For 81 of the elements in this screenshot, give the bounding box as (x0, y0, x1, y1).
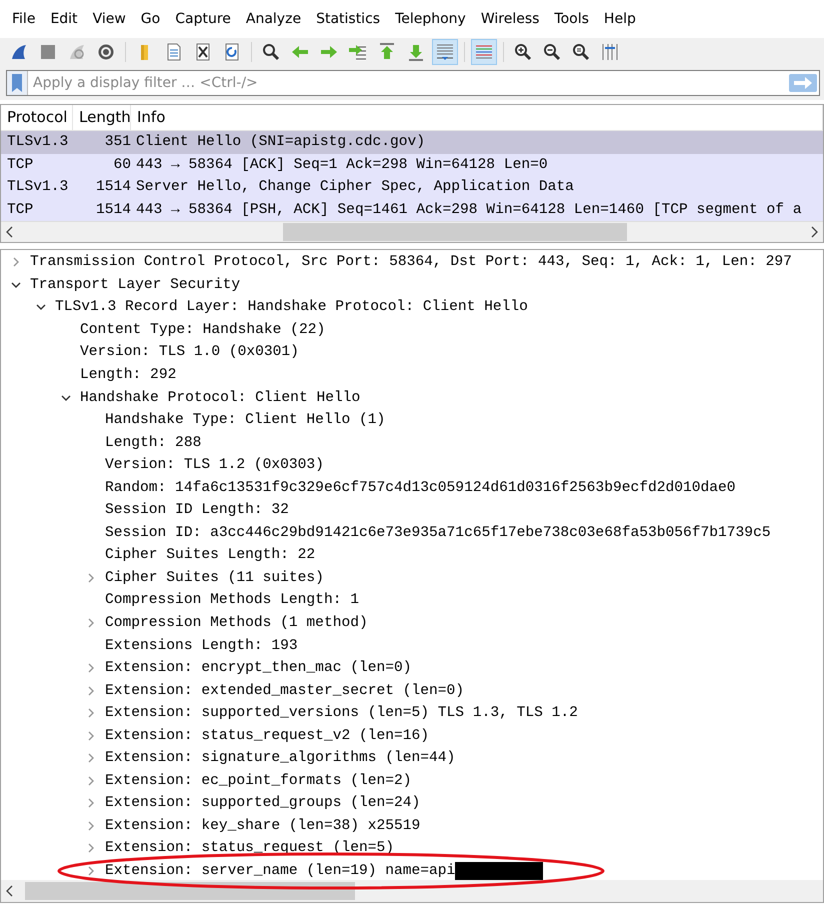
length-cell-text: 351 (104, 133, 132, 152)
down-arrow-to-line-icon (406, 42, 426, 62)
tree-item[interactable]: Extension: supported_groups (len=24) (105, 795, 420, 812)
tree-item[interactable]: Version: TLS 1.2 (0x0303) (105, 457, 324, 474)
menu-item[interactable]: Help (596, 11, 643, 27)
menu-item[interactable]: Telephony (387, 11, 473, 27)
right-arrow-icon (793, 77, 813, 89)
protocol-cell-text: TCP (6, 156, 34, 174)
tree-item[interactable]: Session ID: a3cc446c29bd91421c6e73e935a71c65f17ebe738c03e68fa53b056f7b1739c5 (105, 524, 771, 541)
tree-item[interactable]: Version: TLS 1.0 (0x0301) (80, 344, 299, 360)
zoom-reset-icon (571, 42, 591, 62)
info-cell-text: Client Hello (SNI=apistg.cdc.gov) (136, 133, 426, 152)
tree-item[interactable]: Random: 14fa6c13531f9c329e6cf757c4d13c059124d61d0316f2563b9ecfd2d010dae0 (105, 480, 736, 496)
tree-item[interactable]: Length: 288 (105, 434, 202, 451)
info-cell-text: 443 → 58364 [ACK] Seq=1 Ack=298 Win=64128 Len=0 (136, 156, 549, 174)
protocol-cell-text: TLSv1.3 (6, 178, 70, 197)
tree-item[interactable]: Extension: key_share (len=38) x25519 (105, 818, 420, 834)
jump-to-line-icon (348, 42, 368, 62)
chevron-right-icon[interactable] (809, 226, 819, 238)
menu-item[interactable]: Capture (167, 11, 238, 27)
menu-item[interactable]: Wireless (472, 11, 546, 27)
length-cell-text: 1514 (94, 178, 132, 197)
chevron-down-icon[interactable] (11, 280, 21, 290)
tree-item[interactable]: Extensions Length: 193 (105, 638, 298, 654)
length-cell-text: 1514 (94, 200, 132, 220)
column-header[interactable]: Info (131, 105, 823, 130)
horizontal-scrollbar[interactable] (1, 880, 823, 902)
info-cell-text: Server Hello, Change Cipher Spec, Application Data (136, 178, 575, 197)
chevron-down-icon[interactable] (36, 302, 46, 312)
up-arrow-to-line-icon (377, 42, 397, 62)
column-header[interactable]: Protocol (1, 105, 73, 130)
menu-item[interactable]: View (84, 11, 133, 27)
autoscroll-icon (435, 42, 455, 62)
packet-row[interactable]: TCP 1514 443 → 58364 [PSH, ACK] Seq=1461 Ack=298 Win=64128 Len=1460 [TCP segment of a (1, 198, 823, 221)
tree-item[interactable]: Compression Methods (1 method) (105, 615, 368, 632)
tree-item[interactable]: Extension: encrypt_then_mac (len=0) (105, 660, 412, 676)
chevron-left-icon[interactable] (5, 226, 15, 238)
tree-item[interactable]: Extension: status_request (len=5) (105, 840, 394, 856)
info-cell-text: 443 → 58364 [PSH, ACK] Seq=1461 Ack=298 Win=64128 Len=1460 [TCP segment of a (136, 200, 803, 220)
menu-item[interactable]: Edit (42, 11, 85, 27)
settings-icon (96, 42, 116, 62)
tree-item[interactable]: Handshake Protocol: Client Hello (80, 390, 360, 406)
shark-fin-icon (9, 42, 29, 62)
horizontal-scrollbar[interactable] (1, 221, 823, 242)
stop-icon (38, 42, 58, 62)
chevron-left-icon[interactable] (5, 885, 15, 897)
menu-item[interactable]: Analyze (238, 11, 308, 27)
tree-item[interactable]: Extension: supported_versions (len=5) TLS 1.3, TLS 1.2 (105, 705, 578, 722)
protocol-cell-text: TCP (6, 200, 34, 220)
restart-icon (67, 42, 87, 62)
tree-item[interactable]: Compression Methods Length: 1 (105, 592, 359, 608)
tree-item[interactable]: Extension: status_request_v2 (len=16) (105, 728, 430, 744)
packet-row[interactable]: TLSv1.3 1514 Server Hello, Change Cipher Spec, Application Data (1, 176, 823, 198)
search-icon (261, 42, 281, 62)
tree-item[interactable]: TLSv1.3 Record Layer: Handshake Protocol: Client Hello (55, 299, 528, 316)
tree-item[interactable]: Length: 292 (80, 367, 176, 383)
length-cell-text: 60 (112, 156, 132, 174)
tree-item[interactable]: Handshake Type: Client Hello (1) (105, 412, 386, 428)
zoom-out-icon (542, 42, 562, 62)
tree-item[interactable]: Extension: ec_point_formats (len=2) (105, 772, 412, 789)
tree-item[interactable]: Extension: extended_master_secret (len=0) (105, 682, 464, 699)
tree-item[interactable]: Transmission Control Protocol, Src Port: 58364, Dst Port: 443, Seq: 1, Ack: 1, Len: 297 (30, 254, 792, 270)
tree-item[interactable]: Content Type: Handshake (22) (80, 322, 326, 338)
tree-item[interactable]: Cipher Suites (11 suites) (105, 570, 324, 586)
packet-row[interactable]: TLSv1.3 351 Client Hello (SNI=apistg.cdc.gov) (1, 131, 823, 154)
tree-item[interactable]: Cipher Suites Length: 22 (105, 547, 316, 564)
tree-item[interactable]: Extension: server_name (len=19) name=api (105, 863, 456, 880)
menu-item[interactable]: Go (132, 11, 168, 27)
menu-item[interactable]: File (4, 11, 42, 27)
tree-item[interactable]: Transport Layer Security (30, 276, 240, 293)
tree-item[interactable]: Extension: signature_algorithms (len=44) (105, 750, 456, 766)
packet-row[interactable]: TCP 60 443 → 58364 [ACK] Seq=1 Ack=298 Win=64128 Len=0 (1, 154, 823, 176)
menu-item[interactable]: Statistics (308, 11, 388, 27)
tree-item[interactable]: Session ID Length: 32 (105, 502, 289, 518)
column-header[interactable]: Length (73, 105, 131, 130)
zoom-in-icon (513, 42, 533, 62)
bookmark-icon (12, 74, 22, 92)
resize-columns-icon (600, 42, 620, 62)
protocol-cell-text: TLSv1.3 (6, 133, 70, 152)
menu-item[interactable]: Tools (546, 11, 596, 27)
chevron-down-icon[interactable] (61, 392, 71, 403)
